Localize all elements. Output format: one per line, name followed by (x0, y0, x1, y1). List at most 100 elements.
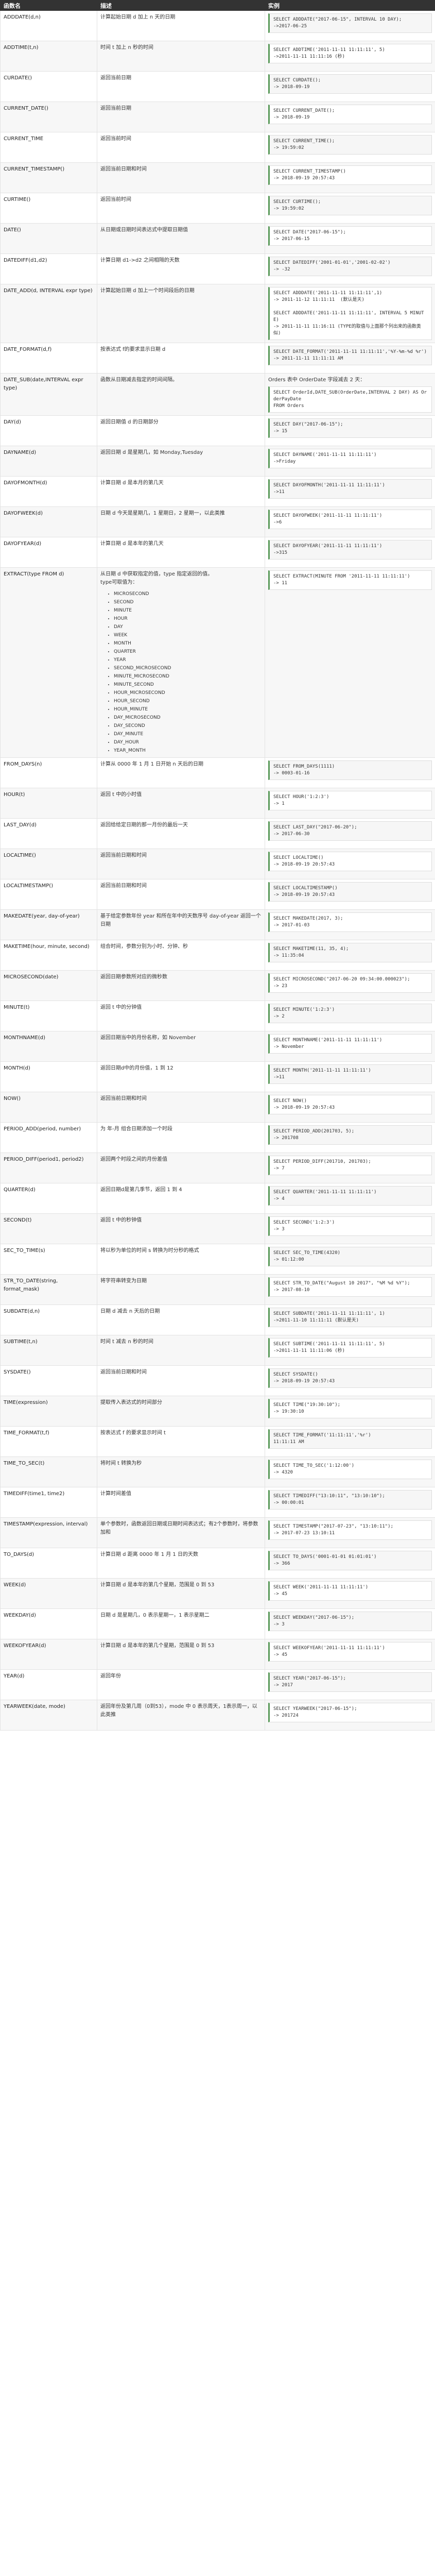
example-code[interactable]: SELECT TIMEDIFF("13:10:11", "13:10:10");… (268, 1490, 432, 1510)
example-code[interactable]: SELECT DATE("2017-06-15"); -> 2017-06-15 (268, 226, 432, 246)
table-row: MINUTE(t) 返回 t 中的分钟值 SELECT MINUTE('1:2:3'… (0, 1001, 435, 1031)
table-body: ADDDATE(d,n) 计算起始日期 d 加上 n 天的日期 SELECT ADD… (0, 10, 435, 1731)
example-code[interactable]: SELECT OrderId,DATE_SUB(OrderDate,INTERV… (268, 386, 432, 413)
example-code[interactable]: SELECT DATEDIFF('2001-01-01','2001-02-02… (268, 257, 432, 276)
example-code[interactable]: SELECT TIME("19:30:10"); -> 19:30:10 (268, 1399, 432, 1418)
example-code[interactable]: SELECT HOUR('1:2:3') -> 1 (268, 791, 432, 810)
example-code[interactable]: SELECT DATE_FORMAT('2011-11-11 11:11:11'… (268, 346, 432, 365)
function-name: DAYOFWEEK(d) (0, 506, 97, 537)
function-description-cell: 返回日期参数所对应的微秒数 (97, 970, 265, 1001)
example-code[interactable]: SELECT YEAR("2017-06-15"); -> 2017 (268, 1672, 432, 1692)
example-code[interactable]: SELECT SECOND('1:2:3') -> 3 (268, 1216, 432, 1236)
example-cell: SELECT MONTH('2011-11-11 11:11:11') ->11 (265, 1061, 435, 1092)
example-code[interactable]: SELECT ADDDATE('2011-11-11 11:11:11',1) … (268, 287, 432, 340)
type-value-item: HOUR_SECOND (114, 697, 262, 705)
example-code[interactable]: SELECT STR_TO_DATE("August 10 2017", "%M… (268, 1277, 432, 1297)
table-row: EXTRACT(type FROM d) 从日期 d 中获取指定的值，type 指… (0, 567, 435, 758)
table-row: SEC_TO_TIME(s) 将以秒为单位的时间 s 转换为时分秒的格式 SELEC… (0, 1244, 435, 1275)
example-code[interactable]: SELECT SEC_TO_TIME(4320) -> 01:12:00 (268, 1247, 432, 1266)
example-code[interactable]: SELECT LAST_DAY("2017-06-20"); -> 2017-0… (268, 821, 432, 841)
example-code[interactable]: SELECT WEEKOFYEAR('2011-11-11 11:11:11')… (268, 1642, 432, 1662)
example-code[interactable]: SELECT WEEK('2011-11-11 11:11:11') -> 45 (268, 1581, 432, 1601)
example-cell: SELECT SEC_TO_TIME(4320) -> 01:12:00 (265, 1244, 435, 1275)
function-description-cell: 计算日期 d 是本月的第几天 (97, 476, 265, 507)
example-code[interactable]: SELECT WEEKDAY("2017-06-15"); -> 3 (268, 1612, 432, 1631)
function-name: SYSDATE() (0, 1365, 97, 1396)
example-code[interactable]: SELECT LOCALTIME() -> 2018-09-19 20:57:4… (268, 852, 432, 871)
example-code[interactable]: SELECT CURRENT_TIMESTAMP() -> 2018-09-19… (268, 165, 432, 185)
function-description: 返回给给定日期的那一月份的最后一天 (100, 822, 188, 828)
function-name: CURRENT_TIMESTAMP() (0, 162, 97, 193)
function-name: TIME_FORMAT(t,f) (0, 1426, 97, 1457)
function-description-cell: 日期 d 减去 n 天后的日期 (97, 1304, 265, 1335)
example-cell: SELECT NOW() -> 2018-09-19 20:57:43 (265, 1092, 435, 1123)
table-row: YEAR(d) 返回年份 SELECT YEAR("2017-06-15"); ->… (0, 1669, 435, 1700)
example-code[interactable]: SELECT SYSDATE() -> 2018-09-19 20:57:43 (268, 1368, 432, 1388)
example-code[interactable]: SELECT CURDATE(); -> 2018-09-19 (268, 74, 432, 94)
example-code[interactable]: SELECT DAYOFWEEK('2011-11-11 11:11:11') … (268, 510, 432, 529)
example-code[interactable]: SELECT EXTRACT(MINUTE FROM '2011-11-11 1… (268, 570, 432, 590)
example-code[interactable]: SELECT MAKETIME(11, 35, 4); -> 11:35:04 (268, 943, 432, 962)
function-name: MINUTE(t) (0, 1001, 97, 1031)
function-description: 返回年份及第几周（0到53），mode 中 0 表示周天，1表示周一，以此类推 (100, 1704, 257, 1718)
function-description-cell: 日期 d 今天是星期几，1 星期日，2 星期一，以此类推 (97, 506, 265, 537)
example-code[interactable]: SELECT PERIOD_ADD(201703, 5); -> 201708 (268, 1125, 432, 1145)
example-code[interactable]: SELECT DAYNAME('2011-11-11 11:11:11') ->… (268, 449, 432, 468)
example-code[interactable]: SELECT TIME_TO_SEC('1:12:00') -> 4320 (268, 1460, 432, 1479)
example-code[interactable]: SELECT LOCALTIMESTAMP() -> 2018-09-19 20… (268, 882, 432, 902)
example-note: Orders 表中 OrderDate 字段减去 2 天： (268, 377, 366, 383)
example-code[interactable]: SELECT CURTIME(); -> 19:59:02 (268, 196, 432, 215)
function-description: 单个参数时，函数返回日期或日期时间表达式；有2个参数时，将参数加和 (100, 1521, 258, 1535)
example-code[interactable]: SELECT DAYOFMONTH('2011-11-11 11:11:11')… (268, 479, 432, 499)
function-description-cell: 为 年-月 组合日期添加一个时段 (97, 1122, 265, 1153)
example-cell: SELECT DAY("2017-06-15"); -> 15 (265, 415, 435, 446)
example-code[interactable]: SELECT MICROSECOND("2017-06-20 09:34:00.… (268, 973, 432, 993)
example-code[interactable]: SELECT CURRENT_TIME(); -> 19:59:02 (268, 135, 432, 155)
table-row: STR_TO_DATE(string, format_mask) 将字符串转变为日… (0, 1274, 435, 1305)
type-value-item: DAY_MINUTE (114, 730, 262, 738)
function-name: MONTH(d) (0, 1061, 97, 1092)
example-code[interactable]: SELECT MONTHNAME('2011-11-11 11:11:11') … (268, 1034, 432, 1054)
table-row: QUARTER(d) 返回日期d是第几季节，返回 1 到 4 SELECT QUAR… (0, 1183, 435, 1214)
function-name: PERIOD_ADD(period, number) (0, 1122, 97, 1153)
function-description-cell: 提取传入表达式的时间部分 (97, 1396, 265, 1427)
type-value-item: WEEK (114, 631, 262, 639)
example-code[interactable]: SELECT NOW() -> 2018-09-19 20:57:43 (268, 1095, 432, 1114)
example-code[interactable]: SELECT FROM_DAYS(1111) -> 0003-01-16 (268, 760, 432, 780)
example-code[interactable]: SELECT CURRENT_DATE(); -> 2018-09-19 (268, 105, 432, 124)
example-code[interactable]: SELECT TIMESTAMP("2017-07-23", "13:10:11… (268, 1520, 432, 1540)
example-code[interactable]: SELECT TO_DAYS('0001-01-01 01:01:01') ->… (268, 1551, 432, 1570)
example-cell: SELECT MINUTE('1:2:3') -> 2 (265, 1001, 435, 1031)
example-code[interactable]: SELECT MINUTE('1:2:3') -> 2 (268, 1004, 432, 1023)
example-code[interactable]: SELECT SUBDATE('2011-11-11 11:11:11', 1)… (268, 1308, 432, 1327)
function-description-cell: 返回日期 d 是星期几，如 Monday,Tuesday (97, 446, 265, 477)
table-row: CURRENT_DATE() 返回当前日期 SELECT CURRENT_DATE(… (0, 101, 435, 132)
table-row: MONTH(d) 返回日期d中的月份值，1 到 12 SELECT MONTH('2… (0, 1061, 435, 1092)
function-description: 函数从日期减去指定的时间间隔。 (100, 377, 178, 383)
example-code[interactable]: SELECT MONTH('2011-11-11 11:11:11') ->11 (268, 1064, 432, 1084)
example-cell: SELECT DAYOFYEAR('2011-11-11 11:11:11') … (265, 537, 435, 568)
function-description-cell: 计算日期 d 距离 0000 年 1 月 1 日的天数 (97, 1548, 265, 1579)
example-code[interactable]: SELECT TIME_FORMAT('11:11:11','%r') 11:1… (268, 1429, 432, 1449)
example-code[interactable]: SELECT DAY("2017-06-15"); -> 15 (268, 418, 432, 438)
example-code[interactable]: SELECT ADDDATE("2017-06-15", INTERVAL 10… (268, 13, 432, 33)
function-name: CURDATE() (0, 71, 97, 102)
example-code[interactable]: SELECT YEARWEEK("2017-06-15"); -> 201724 (268, 1703, 432, 1722)
example-code[interactable]: SELECT SUBTIME('2011-11-11 11:11:11', 5)… (268, 1338, 432, 1358)
example-code[interactable]: SELECT ADDTIME('2011-11-11 11:11:11', 5)… (268, 44, 432, 63)
function-description-cell: 时间 t 减去 n 秒的时间 (97, 1335, 265, 1366)
function-description: 按表达式 f 的要求显示时间 t (100, 1430, 166, 1436)
function-description: 返回当前时间 (100, 197, 131, 202)
example-cell: SELECT LAST_DAY("2017-06-20"); -> 2017-0… (265, 818, 435, 849)
function-description: 返回当前日期和时间 (100, 1096, 147, 1101)
function-description: 日期 d 今天是星期几，1 星期日，2 星期一，以此类推 (100, 511, 225, 516)
example-code[interactable]: SELECT PERIOD_DIFF(201710, 201703); -> 7 (268, 1156, 432, 1175)
function-description-cell: 组合时间，参数分别为小时、分钟、秒 (97, 940, 265, 971)
example-code[interactable]: SELECT MAKEDATE(2017, 3); -> 2017-01-03 (268, 912, 432, 932)
example-cell: SELECT CURRENT_TIMESTAMP() -> 2018-09-19… (265, 162, 435, 193)
function-name: CURRENT_DATE() (0, 101, 97, 132)
example-code[interactable]: SELECT DAYOFYEAR('2011-11-11 11:11:11') … (268, 540, 432, 560)
function-name: DAYOFYEAR(d) (0, 537, 97, 568)
table-row: LOCALTIMESTAMP() 返回当前日期和时间 SELECT LOCALTIM… (0, 879, 435, 910)
example-code[interactable]: SELECT QUARTER('2011-11-11 11:11:11') ->… (268, 1186, 432, 1206)
